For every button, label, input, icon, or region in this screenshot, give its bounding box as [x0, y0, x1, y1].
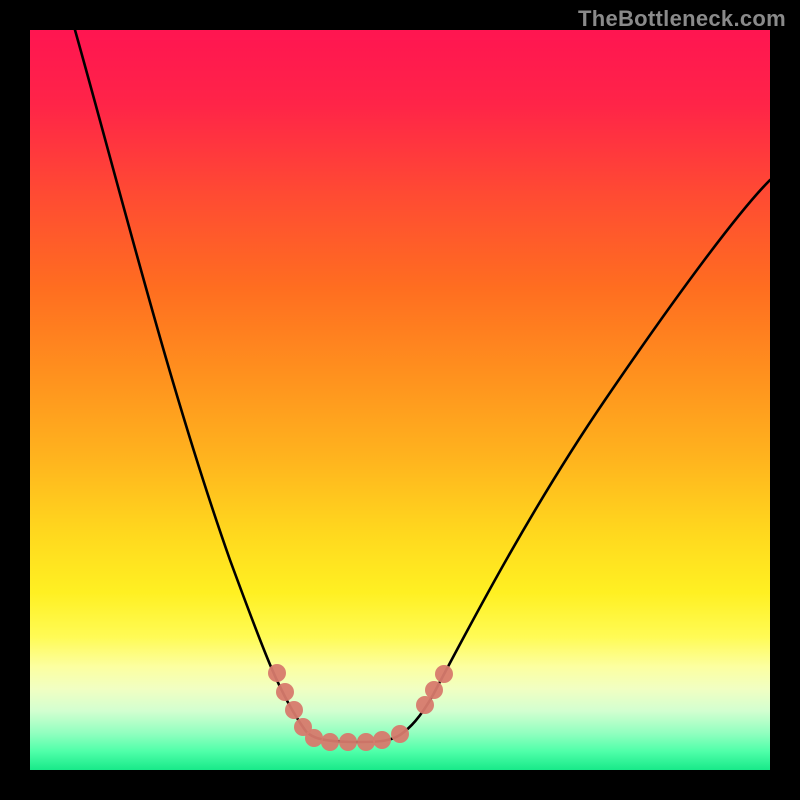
curve-main	[75, 30, 770, 742]
plot-area	[30, 30, 770, 770]
bottleneck-curve	[30, 30, 770, 770]
watermark-text: TheBottleneck.com	[578, 6, 786, 32]
chart-root: TheBottleneck.com	[0, 0, 800, 800]
highlight-dots	[268, 664, 453, 751]
